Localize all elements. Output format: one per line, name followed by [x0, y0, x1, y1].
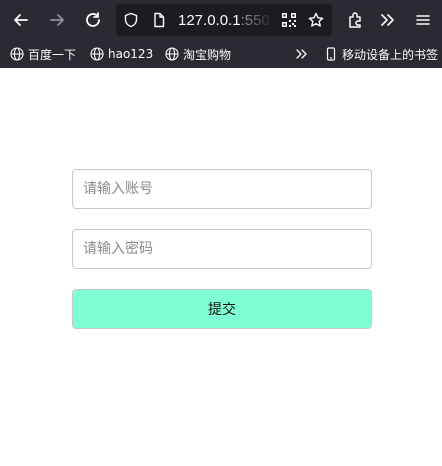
forward-icon[interactable]: [43, 6, 71, 34]
qr-code-icon[interactable]: [280, 11, 298, 29]
bookmark-taobao[interactable]: 淘宝购物: [165, 45, 231, 63]
mobile-icon: [326, 47, 336, 61]
globe-icon: [90, 47, 104, 61]
reload-icon[interactable]: [79, 6, 107, 34]
browser-toolbar: 127.0.0.1:5501: [0, 0, 442, 40]
address-bar[interactable]: 127.0.0.1:5501: [116, 4, 332, 36]
page-icon[interactable]: [150, 11, 168, 29]
submit-button[interactable]: 提交: [72, 289, 372, 329]
star-icon[interactable]: [307, 11, 325, 29]
browser-chrome: 127.0.0.1:5501 百度一下 hao123 淘宝购物 移动设备上的书签: [0, 0, 442, 68]
overflow-chevron-icon[interactable]: [373, 6, 401, 34]
bookmark-hao123[interactable]: hao123: [90, 45, 153, 63]
bookmark-label: 百度一下: [28, 47, 77, 62]
password-input[interactable]: [72, 229, 372, 269]
url-host: 127.0.0.1: [178, 12, 241, 29]
extensions-icon[interactable]: [341, 6, 369, 34]
account-input[interactable]: [72, 169, 372, 209]
bookmarks-overflow-icon[interactable]: [294, 45, 308, 63]
back-icon[interactable]: [7, 6, 35, 34]
mobile-bookmarks[interactable]: 移动设备上的书签: [324, 45, 438, 63]
url-port: :5501: [240, 12, 274, 29]
globe-icon: [165, 47, 179, 61]
bookmark-baidu[interactable]: 百度一下: [10, 45, 76, 63]
menu-icon[interactable]: [409, 6, 437, 34]
bookmark-label: hao123: [108, 47, 154, 61]
globe-icon: [10, 47, 24, 61]
shield-icon[interactable]: [122, 11, 140, 29]
url-text[interactable]: 127.0.0.1:5501: [178, 12, 274, 29]
login-form: 提交: [0, 68, 442, 466]
bookmark-label: 移动设备上的书签: [342, 47, 439, 62]
bookmarks-toolbar: 百度一下 hao123 淘宝购物 移动设备上的书签: [0, 40, 442, 68]
bookmark-label: 淘宝购物: [183, 47, 232, 62]
